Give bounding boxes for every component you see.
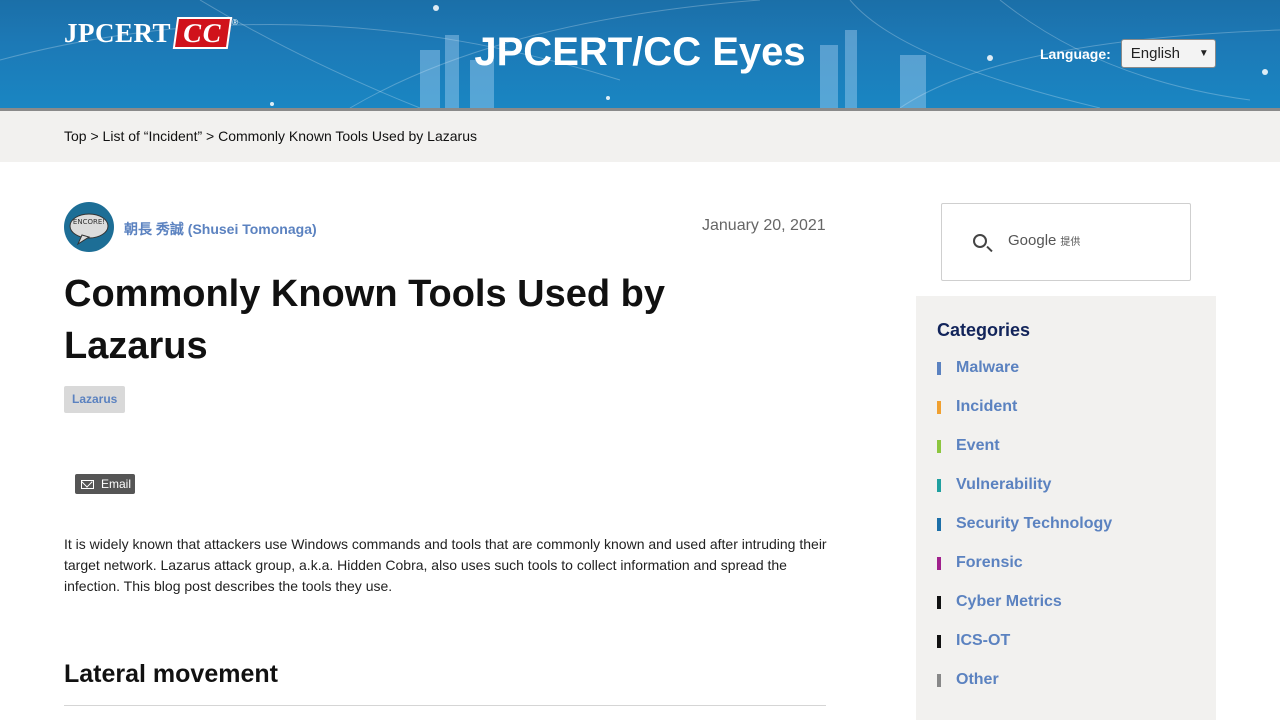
category-event[interactable]: Event [937,435,1000,457]
category-label: Event [956,437,1000,454]
category-ics-ot[interactable]: ICS-OT [937,630,1010,652]
category-cyber-metrics[interactable]: Cyber Metrics [937,591,1062,613]
author-avatar[interactable]: ENCORE! [64,202,114,252]
section-heading: Lateral movement [64,660,278,688]
site-search-box[interactable]: Google 提供 [941,203,1191,281]
category-security-technology[interactable]: Security Technology [937,513,1112,535]
category-vulnerability[interactable]: Vulnerability [937,474,1051,496]
category-forensic[interactable]: Forensic [937,552,1023,574]
category-color-bar [937,517,941,531]
site-header: JPCERT CC ® JPCERT/CC Eyes Language: Eng… [0,0,1280,108]
logo-registered-mark: ® [232,18,238,27]
category-label: Forensic [956,554,1023,571]
language-switcher: Language: English ▼ [1040,39,1216,68]
breadcrumb-incident-link[interactable]: List of “Incident” [103,128,203,144]
category-color-bar [937,595,941,609]
section-divider [64,705,826,706]
post-title: Commonly Known Tools Used by Lazarus [64,273,665,367]
category-label: ICS-OT [956,632,1011,649]
avatar-text: ENCORE! [73,218,105,226]
category-color-bar [937,634,941,648]
category-label: Security Technology [956,515,1113,532]
categories-title: Categories [937,320,1031,340]
categories-panel: Categories Malware Incident Event Vulner… [916,296,1216,720]
tag-lazarus[interactable]: Lazarus [64,386,126,413]
category-other[interactable]: Other [937,669,999,691]
search-provider-label: Google 提供 [1008,232,1080,249]
mail-icon [81,479,94,489]
category-color-bar [937,439,941,453]
category-label: Other [956,671,999,688]
language-select-value: English [1130,45,1180,62]
category-label: Cyber Metrics [956,593,1062,610]
category-color-bar [937,556,941,570]
language-label: Language: [1040,45,1111,62]
breadcrumb-current: Commonly Known Tools Used by Lazarus [218,128,477,144]
category-color-bar [937,478,941,492]
search-provider-name: Google [1008,232,1057,249]
post-intro-paragraph: It is widely known that attackers use Wi… [64,536,827,594]
category-label: Incident [956,398,1018,415]
search-provider-suffix: 提供 [1060,237,1081,248]
category-color-bar [937,400,941,414]
breadcrumb-separator: > [86,128,103,144]
breadcrumb-separator: > [202,128,219,144]
category-label: Malware [956,359,1020,376]
category-malware[interactable]: Malware [937,357,1019,379]
avatar-speech-bubble-icon: ENCORE! [69,213,109,246]
email-button-label: Email [101,477,132,491]
breadcrumb-bar: Top > List of “Incident” > Commonly Know… [0,111,1280,162]
category-incident[interactable]: Incident [937,396,1017,418]
category-color-bar [937,361,941,375]
author-name-link[interactable]: 朝長 秀誠 (Shusei Tomonaga) [124,219,317,239]
category-color-bar [937,673,941,687]
search-icon[interactable] [973,234,987,248]
chevron-down-icon: ▼ [1198,48,1209,59]
breadcrumb: Top > List of “Incident” > Commonly Know… [64,128,477,144]
email-share-button[interactable]: Email [75,474,135,494]
breadcrumb-top-link[interactable]: Top [64,128,87,144]
category-label: Vulnerability [956,476,1052,493]
language-select[interactable]: English ▼ [1120,39,1216,68]
post-date: January 20, 2021 [702,217,826,234]
